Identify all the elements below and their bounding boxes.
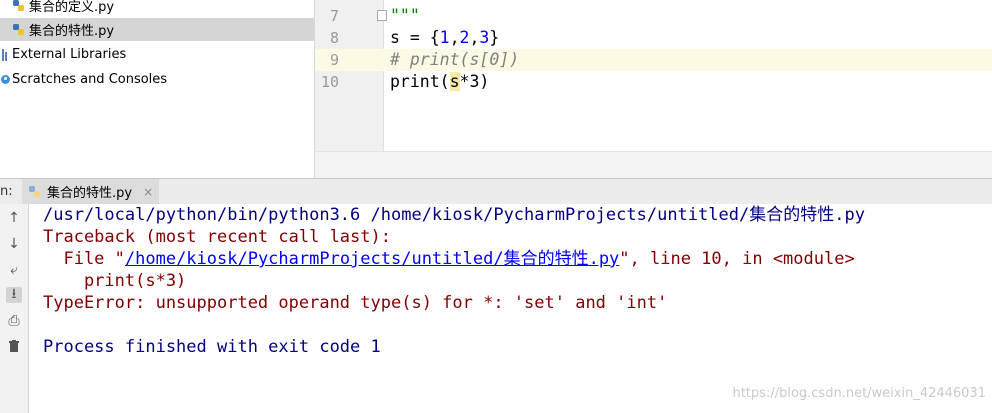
- soft-wrap-icon[interactable]: ⤶: [6, 262, 22, 278]
- code-text: """: [390, 6, 420, 25]
- python-file-icon: [13, 23, 24, 35]
- console-error-line: TypeError: unsupported operand type(s) f…: [43, 293, 668, 313]
- python-file-icon: [29, 185, 40, 197]
- console-exit-line: Process finished with exit code 1: [43, 337, 381, 357]
- close-icon[interactable]: ×: [143, 185, 153, 199]
- scroll-to-end-icon[interactable]: ⭳: [6, 286, 22, 303]
- code-comment: # print(s[0]): [390, 50, 520, 69]
- run-toolbar: n: 集合的特性.py ×: [0, 178, 992, 205]
- up-arrow-icon[interactable]: ↑: [6, 210, 22, 226]
- scratches-icon: [1, 75, 10, 84]
- tree-item-external-libraries[interactable]: External Libraries: [0, 43, 314, 66]
- trash-icon[interactable]: [6, 338, 22, 354]
- traceback-file-link[interactable]: /home/kiosk/PycharmProjects/untitled/集合的…: [125, 249, 619, 269]
- code-editor[interactable]: 7 """ 8 s = {1,2,3} 9 # print(s[0]) 10 p…: [315, 0, 992, 151]
- python-file-icon: [13, 0, 24, 11]
- line-number: 10: [320, 73, 339, 91]
- code-text: print(s*3): [390, 72, 490, 91]
- tree-item-set-properties[interactable]: 集合的特性.py: [0, 18, 314, 41]
- fold-marker-icon[interactable]: [377, 10, 387, 21]
- code-text: s = {1,2,3}: [390, 28, 500, 47]
- watermark: https://blog.csdn.net/weixin_42446031: [732, 386, 986, 401]
- line-number: 7: [329, 7, 339, 25]
- console-traceback-header: Traceback (most recent call last):: [43, 227, 391, 247]
- tree-item-label: Scratches and Consoles: [12, 72, 168, 87]
- run-tab[interactable]: 集合的特性.py ×: [22, 179, 160, 204]
- code-line-8: 8 s = {1,2,3}: [315, 27, 992, 49]
- console-command-line: /usr/local/python/bin/python3.6 /home/ki…: [43, 205, 865, 225]
- run-side-toolbar: ↑ ↓ ⤶ ⭳ ⎙: [0, 204, 29, 413]
- tree-item-scratches[interactable]: Scratches and Consoles: [0, 68, 314, 91]
- tree-item-label: 集合的特性.py: [29, 24, 115, 39]
- print-icon[interactable]: ⎙: [6, 313, 22, 329]
- run-tab-label: 集合的特性.py: [47, 186, 133, 201]
- run-console[interactable]: /usr/local/python/bin/python3.6 /home/ki…: [29, 204, 992, 413]
- library-icon: [2, 48, 10, 61]
- code-line-9: 9 # print(s[0]): [315, 49, 992, 71]
- line-number: 9: [329, 51, 339, 69]
- project-tree: 集合的定义.py 集合的特性.py External Libraries Scr…: [0, 0, 315, 178]
- run-label: n:: [0, 184, 13, 199]
- top-area: 集合的定义.py 集合的特性.py External Libraries Scr…: [0, 0, 992, 179]
- down-arrow-icon[interactable]: ↓: [6, 236, 22, 252]
- editor-breadcrumb-bar: [315, 151, 992, 179]
- tree-item-set-definition[interactable]: 集合的定义.py: [0, 0, 314, 17]
- tree-item-label: 集合的定义.py: [29, 0, 115, 15]
- console-code-line: print(s*3): [43, 271, 187, 291]
- code-line-10: 10 print(s*3): [315, 71, 992, 93]
- code-line-7: 7 """: [315, 5, 992, 27]
- tree-item-label: External Libraries: [12, 47, 127, 62]
- console-file-line: File "/home/kiosk/PycharmProjects/untitl…: [43, 249, 855, 269]
- line-number: 8: [329, 29, 339, 47]
